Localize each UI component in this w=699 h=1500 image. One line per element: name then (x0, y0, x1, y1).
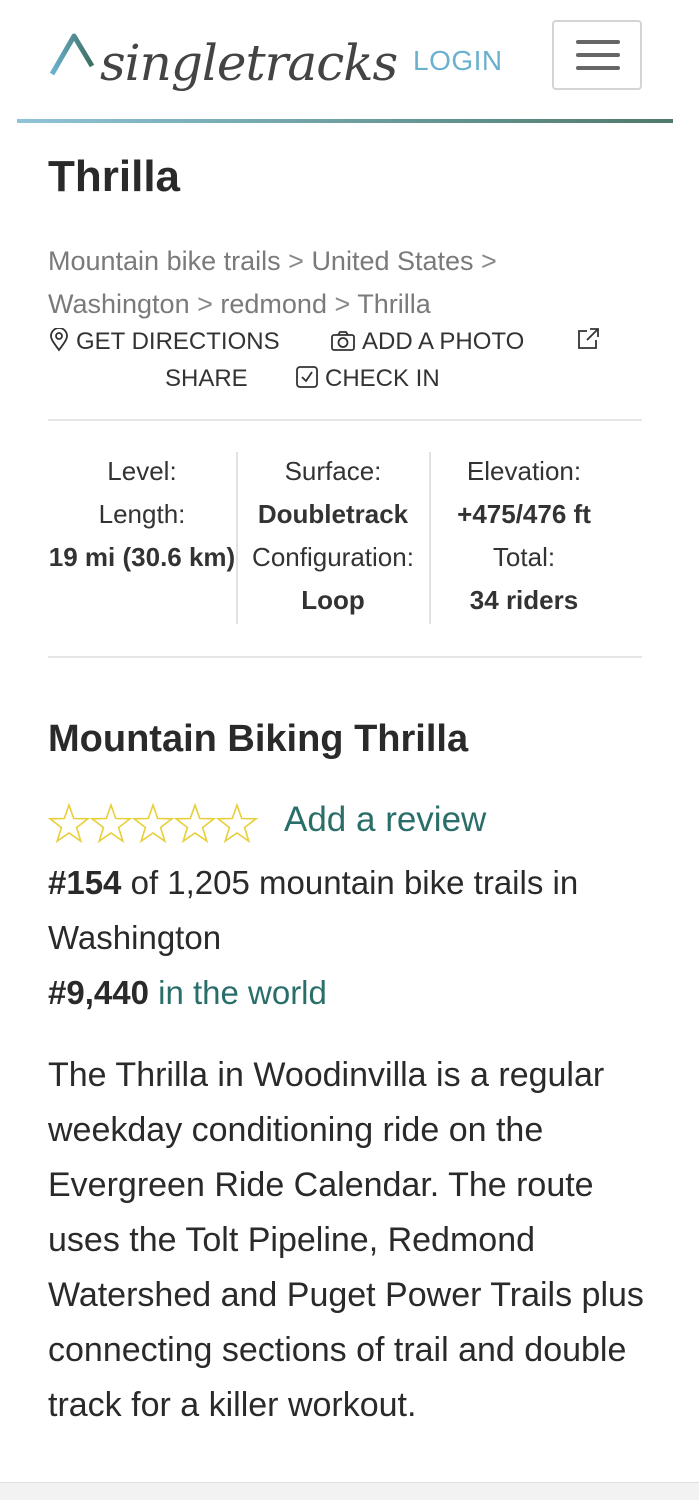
check-in-label: CHECK IN (325, 365, 440, 392)
external-share-icon (578, 328, 599, 349)
breadcrumb-separator: > (481, 246, 497, 276)
elevation-value: +475/476 ft (457, 499, 591, 529)
login-link[interactable]: LOGIN (413, 45, 503, 77)
star-rating-icons (47, 802, 259, 844)
breadcrumb-redmond[interactable]: redmond (220, 289, 327, 319)
divider (48, 419, 642, 421)
length-value: 19 mi (30.6 km) (48, 542, 236, 572)
add-review-link[interactable]: Add a review (284, 800, 486, 840)
level-label: Level: (107, 456, 177, 486)
share-label: SHARE (165, 365, 248, 392)
star-icon[interactable] (215, 802, 259, 844)
world-rank-number: #9,440 (48, 974, 149, 1011)
surface-value: Doubletrack (257, 499, 409, 529)
add-photo-button[interactable]: ADD A PHOTO (330, 328, 524, 356)
configuration-value: Loop (301, 585, 365, 615)
breadcrumb-separator: > (197, 289, 213, 319)
browser-bottom-bar (0, 1482, 699, 1500)
configuration-label: Configuration: (252, 542, 414, 572)
breadcrumb: Mountain bike trails > United States > W… (48, 240, 608, 326)
header-divider (17, 119, 673, 123)
star-icon[interactable] (89, 802, 133, 844)
star-icon[interactable] (131, 802, 175, 844)
length-label: Length: (98, 499, 186, 529)
hamburger-icon (576, 53, 620, 57)
section-heading: Mountain Biking Thrilla (48, 718, 469, 760)
breadcrumb-separator: > (288, 246, 304, 276)
total-label: Total: (492, 542, 556, 572)
hamburger-icon (576, 66, 620, 70)
stats-col-level: Level: Length: 19 mi (30.6 km) (48, 450, 236, 579)
share-icon-button[interactable] (575, 326, 607, 356)
breadcrumb-mountain-bike-trails[interactable]: Mountain bike trails (48, 246, 281, 276)
surface-label: Surface: (284, 456, 382, 486)
state-rank-number: #154 (48, 864, 122, 901)
star-icon[interactable] (47, 802, 91, 844)
menu-button[interactable] (552, 20, 642, 90)
divider (48, 656, 642, 658)
stats-col-elevation: Elevation: +475/476 ft Total: 34 riders (431, 450, 617, 622)
trail-stats: Level: Length: 19 mi (30.6 km) Surface: … (48, 450, 642, 626)
stats-col-surface: Surface: Doubletrack Configuration: Loop (238, 450, 428, 622)
singletracks-logo[interactable]: singletracks (48, 24, 398, 100)
star-icon[interactable] (173, 802, 217, 844)
checkbox-icon (296, 366, 318, 388)
star-rating[interactable] (47, 802, 259, 846)
camera-icon (331, 331, 355, 351)
add-photo-label: ADD A PHOTO (362, 328, 525, 355)
breadcrumb-washington[interactable]: Washington (48, 289, 190, 319)
share-button[interactable]: SHARE (165, 365, 248, 393)
site-header: singletracks LOGIN (0, 0, 699, 124)
state-rank-text: of 1,205 mountain bike trails in Washing… (48, 864, 579, 956)
hamburger-icon (576, 40, 620, 44)
page-title: Thrilla (48, 152, 181, 201)
world-rank-link[interactable]: in the world (158, 974, 327, 1011)
get-directions-label: GET DIRECTIONS (76, 328, 280, 355)
breadcrumb-united-states[interactable]: United States (311, 246, 473, 276)
elevation-label: Elevation: (466, 456, 582, 486)
get-directions-button[interactable]: GET DIRECTIONS (48, 327, 280, 356)
trail-rank: #154 of 1,205 mountain bike trails in Wa… (48, 855, 648, 1020)
breadcrumb-separator: > (334, 289, 351, 319)
trail-description: The Thrilla in Woodinvilla is a regular … (48, 1056, 644, 1424)
map-pin-icon (50, 327, 68, 352)
total-riders-value: 34 riders (469, 585, 579, 615)
breadcrumb-thrilla: Thrilla (357, 289, 431, 319)
logo-text: singletracks (100, 34, 398, 92)
check-in-button[interactable]: CHECK IN (295, 365, 440, 393)
